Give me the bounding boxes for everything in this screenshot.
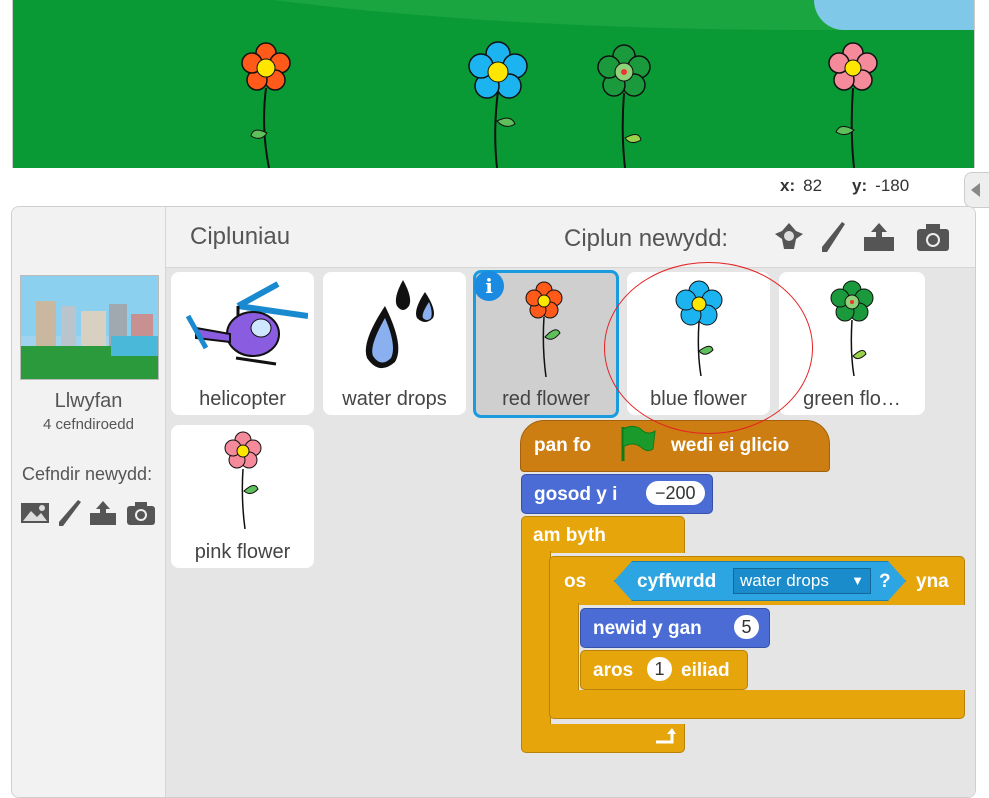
loop-arrow-icon xyxy=(656,728,676,744)
change-costume-block[interactable]: newid y gan 5 xyxy=(580,608,770,648)
water-drops-thumbnail xyxy=(365,280,434,369)
sprite-tile-helicopter[interactable]: helicopter xyxy=(171,272,314,415)
forever-label: am byth xyxy=(533,525,606,546)
sprite-tile-water-drops[interactable]: water drops xyxy=(323,272,466,415)
touching-label: cyffwrdd xyxy=(637,571,717,592)
sprite-label: red flower xyxy=(502,388,590,410)
y-label: y: xyxy=(852,176,868,195)
camera-icon[interactable] xyxy=(126,499,156,527)
x-value: 82 xyxy=(803,176,823,195)
sprite-label: helicopter xyxy=(199,388,286,410)
x-label: x: xyxy=(780,176,796,195)
red-flower-thumbnail xyxy=(525,281,563,377)
if-bottom xyxy=(549,690,965,719)
sprite-label: pink flower xyxy=(194,541,291,563)
paint-brush-icon[interactable] xyxy=(816,221,850,253)
forever-bottom xyxy=(521,724,685,753)
forever-arm xyxy=(521,551,551,731)
then-label: yna xyxy=(916,571,949,592)
new-backdrop-label: Cefndir newydd: xyxy=(22,464,153,484)
y-value: -180 xyxy=(875,176,910,195)
sprite-tile-blue-flower[interactable]: blue flower xyxy=(627,272,770,415)
stage-thumbnail[interactable] xyxy=(20,275,159,380)
chevron-down-icon: ▼ xyxy=(851,573,864,588)
blue-flower-sprite[interactable] xyxy=(463,36,533,168)
sprite-tile-red-flower[interactable]: i red flower xyxy=(473,270,619,418)
sprites-header: Cipluniau Ciplun newydd: xyxy=(166,207,975,268)
stage-canvas[interactable] xyxy=(12,0,975,168)
choose-sprite-icon[interactable] xyxy=(772,221,806,253)
sprites-title: Cipluniau xyxy=(190,223,291,250)
new-sprite-label: Ciplun newydd: xyxy=(564,225,729,252)
upload-icon[interactable] xyxy=(88,499,118,527)
touching-target-dropdown[interactable]: water drops ▼ xyxy=(733,568,871,594)
if-arm xyxy=(549,603,579,699)
green-flower-thumbnail xyxy=(830,280,874,376)
if-then-block[interactable]: os cyffwrdd water drops ▼ ? yna xyxy=(549,556,965,605)
sprite-label: blue flower xyxy=(650,388,747,410)
paint-brush-icon[interactable] xyxy=(54,499,84,527)
upload-icon[interactable] xyxy=(862,221,896,253)
pink-flower-thumbnail xyxy=(224,431,261,529)
change-label: newid y gan xyxy=(593,618,702,639)
backdrop-count: 4 cefndiroedd xyxy=(43,416,134,433)
stage-building xyxy=(814,0,974,30)
sprite-tile-green-flower[interactable]: green flo… xyxy=(779,272,925,415)
backdrop-thumbnail-image xyxy=(21,276,158,379)
collapse-stage-button[interactable] xyxy=(964,172,989,208)
set-x-value-input[interactable]: −200 xyxy=(646,481,705,505)
mouse-coordinates: x: 82 y: -180 xyxy=(780,176,909,196)
forever-block[interactable]: am byth xyxy=(521,516,685,553)
helicopter-thumbnail xyxy=(185,281,308,366)
sprite-label: water drops xyxy=(342,388,447,410)
touching-target-value: water drops xyxy=(740,571,829,590)
stage-column: Llwyfan 4 cefndiroedd Cefndir newydd: xyxy=(12,207,166,797)
pink-flower-sprite[interactable] xyxy=(818,40,888,168)
touching-question: ? xyxy=(879,571,891,592)
hat-text-after: wedi ei glicio xyxy=(671,435,790,456)
red-flower-sprite[interactable] xyxy=(231,38,301,168)
stage-name: Llwyfan xyxy=(54,390,123,412)
camera-icon[interactable] xyxy=(916,221,950,253)
set-x-block[interactable]: gosod y i −200 xyxy=(521,474,713,514)
green-flower-sprite[interactable] xyxy=(591,38,661,168)
sprite-tile-pink-flower[interactable]: pink flower xyxy=(171,425,314,568)
wait-value-input[interactable]: 1 xyxy=(647,657,672,681)
image-library-icon[interactable] xyxy=(20,499,50,527)
green-flag-icon xyxy=(621,425,656,461)
wait-label: aros xyxy=(593,660,634,681)
when-flag-clicked-block[interactable]: pan fo wedi ei glicio xyxy=(520,420,830,472)
touching-sensing-block[interactable]: cyffwrdd water drops ▼ ? xyxy=(614,561,906,601)
set-x-label: gosod y i xyxy=(534,484,618,505)
sprite-label: green flo… xyxy=(803,388,901,410)
change-value-input[interactable]: 5 xyxy=(734,615,759,639)
wait-unit: eiliad xyxy=(681,660,730,681)
hat-text-before: pan fo xyxy=(534,435,591,456)
wait-block[interactable]: aros 1 eiliad xyxy=(580,650,748,690)
blue-flower-thumbnail xyxy=(675,280,722,376)
if-label: os xyxy=(564,571,587,592)
